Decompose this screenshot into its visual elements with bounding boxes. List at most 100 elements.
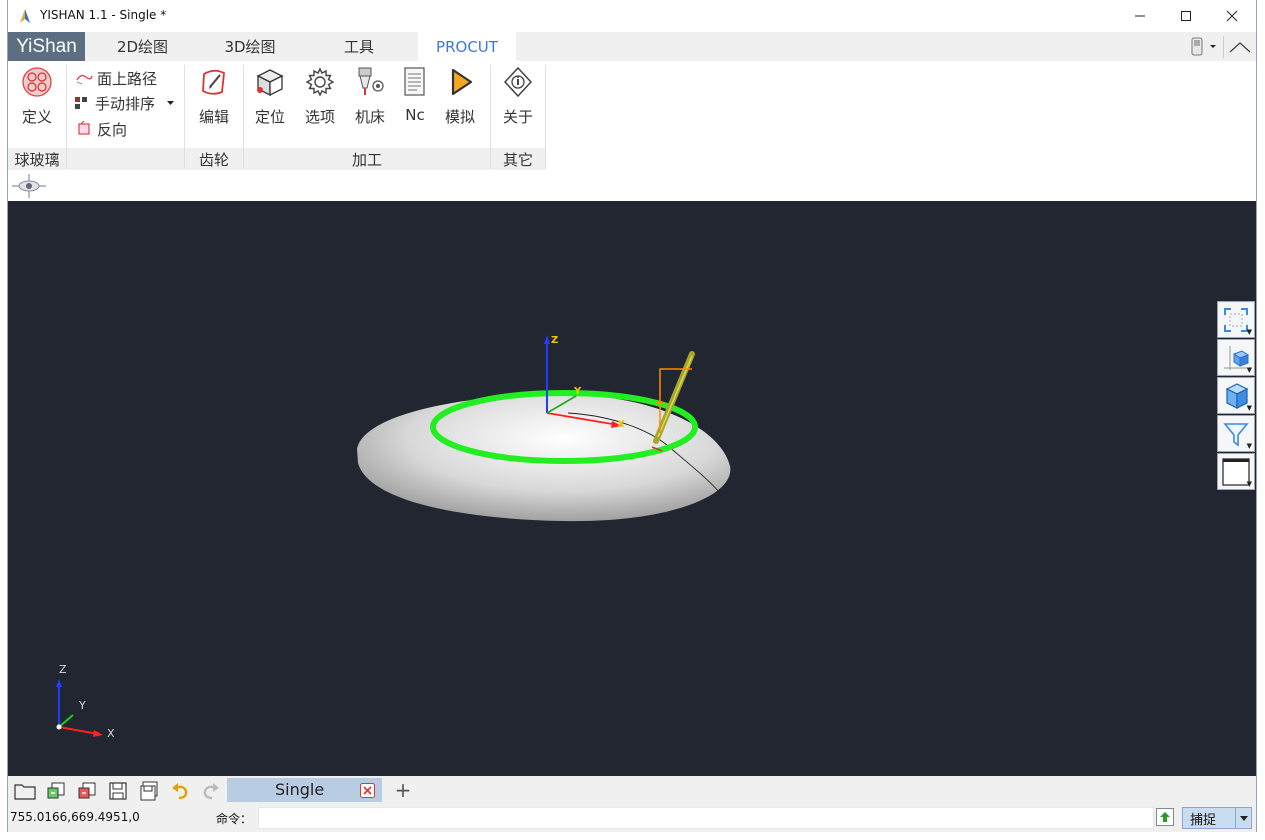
nc-document-icon xyxy=(404,67,425,96)
app-menu-tab[interactable]: YiShan xyxy=(8,32,85,61)
document-tab-bar: Single + xyxy=(8,776,1256,805)
close-window-button[interactable] xyxy=(1209,0,1255,32)
manual-sort-icon xyxy=(75,97,87,109)
tab-tools[interactable]: 工具 xyxy=(300,32,418,61)
dropdown-arrow-icon: ▼ xyxy=(1246,404,1252,412)
command-label: 命令： xyxy=(216,812,253,826)
edit-label: 编辑 xyxy=(198,108,229,126)
document-tab-single[interactable]: Single xyxy=(227,778,382,802)
position-cube-icon xyxy=(256,69,284,97)
cursor-coordinates: 755.0166,669.4951,0 xyxy=(10,810,140,824)
maximize-button[interactable] xyxy=(1163,0,1209,32)
redo-icon xyxy=(203,783,219,800)
tab-procut[interactable]: PROCUT xyxy=(418,32,516,61)
define-button[interactable]: 定义 xyxy=(14,65,60,133)
command-execute-button[interactable] xyxy=(1156,808,1174,826)
position-label: 定位 xyxy=(254,108,285,126)
tab-2d-drawing[interactable]: 2D绘图 xyxy=(85,32,200,61)
save-disk-icon xyxy=(109,782,127,800)
model-axis-y-label: Y xyxy=(573,386,582,397)
view-orbit-toolbar xyxy=(8,171,1256,201)
folder-icon xyxy=(14,784,36,800)
phone-style-icon xyxy=(1191,37,1216,55)
export-button[interactable] xyxy=(75,779,99,803)
orbit-axes-icon[interactable] xyxy=(10,172,48,200)
tab-controls-divider xyxy=(1223,35,1224,58)
app-logo-icon xyxy=(20,9,30,23)
machine-label: 机床 xyxy=(354,108,385,126)
window-bottom-edge xyxy=(0,832,1265,840)
undo-button[interactable] xyxy=(168,779,192,803)
position-button[interactable]: 定位 xyxy=(247,65,293,133)
model-axis-z-arrow xyxy=(544,335,550,344)
window-title: YISHAN 1.1 - Single * xyxy=(40,8,167,22)
zoom-extents-button[interactable]: ▼ xyxy=(1217,301,1255,338)
simulate-label: 模拟 xyxy=(444,108,475,126)
manual-sort-button[interactable]: 手动排序 xyxy=(73,91,175,115)
shading-mode-button[interactable]: ▼ xyxy=(1217,377,1255,414)
status-command-bar: 755.0166,669.4951,0 命令： 捕捉 xyxy=(8,805,1256,832)
simulate-button[interactable]: 模拟 xyxy=(437,65,483,133)
snap-button[interactable]: 捕捉 xyxy=(1182,807,1236,829)
dropdown-arrow-icon[interactable] xyxy=(167,100,175,106)
glass-dome-surface xyxy=(357,393,731,522)
close-tab-icon[interactable] xyxy=(360,783,375,798)
open-file-button[interactable] xyxy=(13,779,37,803)
snap-dropdown-button[interactable] xyxy=(1236,807,1252,829)
processing-group-label: 加工 xyxy=(244,148,490,170)
minimize-icon xyxy=(1135,15,1145,17)
reverse-icon xyxy=(78,121,90,135)
tab-3d-drawing[interactable]: 3D绘图 xyxy=(200,32,300,61)
machine-button[interactable]: 机床 xyxy=(347,65,393,133)
background-color-button[interactable]: ▼ xyxy=(1217,453,1255,490)
corner-axis-y-line xyxy=(58,714,74,728)
edit-button[interactable]: 编辑 xyxy=(191,65,237,133)
view-tools-panel: ▼ ▼ ▼ ▼ ▼ xyxy=(1217,301,1256,491)
define-label: 定义 xyxy=(21,108,52,126)
glass-group-label-extension xyxy=(67,148,184,170)
machine-spindle-icon xyxy=(358,67,384,95)
model-axis-z-label: Z xyxy=(551,335,558,346)
redo-button[interactable] xyxy=(199,779,223,803)
edit-pencil-icon xyxy=(202,69,225,95)
nc-label: Nc xyxy=(405,106,425,124)
close-icon xyxy=(1226,10,1238,22)
3d-viewport[interactable]: Z X Y Z X Y ▼ ▼ ▼ ▼ ▼ xyxy=(8,201,1256,776)
view-direction-button[interactable]: ▼ xyxy=(1217,339,1255,376)
group-gear: 编辑 齿轮 xyxy=(185,61,243,171)
corner-axis-origin xyxy=(56,724,62,730)
surface-path-label: 面上路径 xyxy=(97,69,158,88)
save-as-icon xyxy=(140,781,158,801)
add-tab-button[interactable]: + xyxy=(393,777,413,803)
style-button[interactable] xyxy=(1185,35,1221,59)
selection-filter-button[interactable]: ▼ xyxy=(1217,415,1255,452)
manual-sort-label: 手动排序 xyxy=(95,94,156,113)
document-tab-label: Single xyxy=(275,780,325,799)
collapse-ribbon-button[interactable] xyxy=(1226,35,1254,59)
model-axis-x-label: X xyxy=(617,419,625,430)
group-other: 关于 其它 xyxy=(491,61,545,171)
reverse-button[interactable]: 反向 xyxy=(75,117,127,141)
chevron-down-icon xyxy=(1239,815,1248,821)
about-label: 关于 xyxy=(502,108,533,126)
group-separator xyxy=(545,65,546,169)
nc-button[interactable]: Nc xyxy=(392,65,438,133)
corner-axis-z-arrow xyxy=(56,679,62,687)
dropdown-arrow-icon: ▼ xyxy=(1246,328,1252,336)
corner-axis-y-label: Y xyxy=(78,699,86,712)
surface-path-button[interactable]: 面上路径 xyxy=(75,66,157,90)
group-processing: 定位 选项 机床 Nc 模拟 加工 xyxy=(244,61,490,171)
minimize-button[interactable] xyxy=(1117,0,1163,32)
about-button[interactable]: 关于 xyxy=(495,65,541,133)
window-border-right xyxy=(1256,0,1257,832)
save-button[interactable] xyxy=(106,779,130,803)
maximize-icon xyxy=(1181,11,1191,21)
reverse-label: 反向 xyxy=(97,120,128,139)
command-input[interactable] xyxy=(258,807,1154,829)
scene-canvas[interactable]: Z X Y Z X Y xyxy=(8,201,1256,776)
options-button[interactable]: 选项 xyxy=(297,65,343,133)
dropdown-arrow-icon: ▼ xyxy=(1246,366,1252,374)
save-as-button[interactable] xyxy=(137,779,161,803)
import-button[interactable] xyxy=(44,779,68,803)
dropdown-arrow-icon: ▼ xyxy=(1246,480,1252,488)
